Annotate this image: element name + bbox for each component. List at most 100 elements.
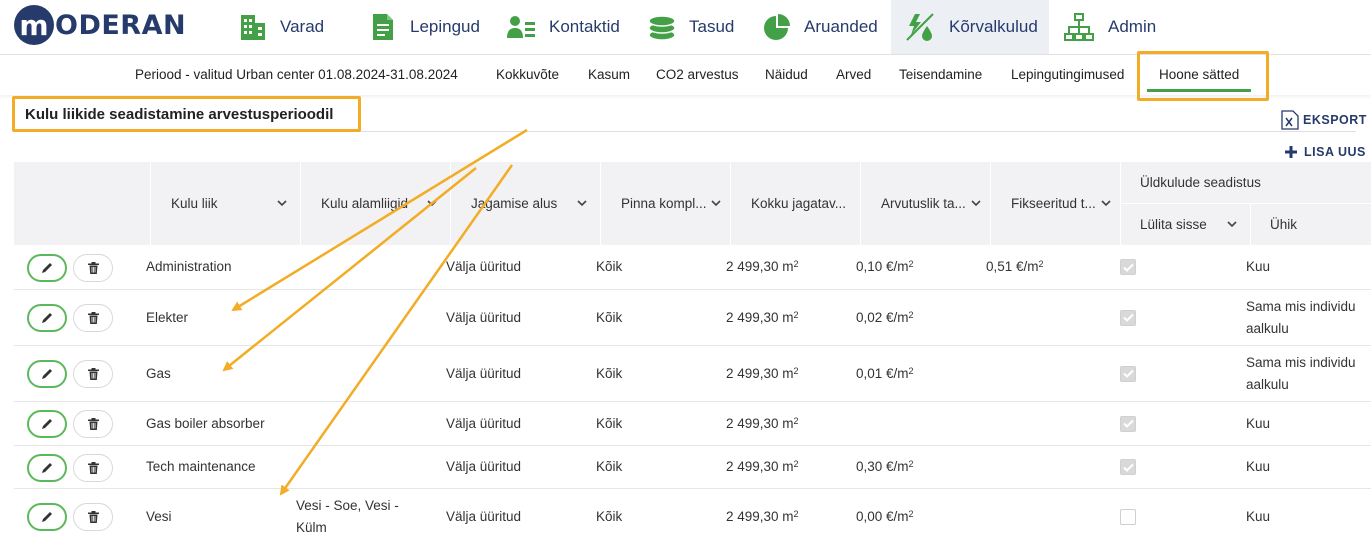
check-icon [1122,313,1134,322]
cell-kokku-jagatav: 2 499,30 m2 [726,290,851,345]
cell-pinna-komplekt-text: Kõik [596,415,623,431]
cell-lulita-sisse [1120,446,1160,488]
cell-pinna-komplekt: Kõik [596,402,716,445]
cell-fikseeritud-tariif: 0,51 €/m 2 [986,245,1111,289]
cell-jagamise-alus: Välja üüritud [446,346,576,401]
enable-checkbox[interactable] [1120,508,1136,525]
edit-button[interactable] [27,360,67,388]
nav-item-korvalkulud[interactable]: Kõrvalkulud [891,0,1049,54]
tab-kasum[interactable]: Kasum [588,55,630,95]
enable-checkbox[interactable] [1120,415,1136,432]
column-label: Lülita sisse [1140,217,1207,232]
column-header-kokku-jagatav[interactable]: Kokku jagatav... [730,162,860,245]
actions-column-header [14,162,150,245]
cell-uhik-text: Kuu [1246,459,1271,474]
tab-co2-arvestus[interactable]: CO2 arvestus [656,55,739,95]
cell-arvutuslik-tariif: 0,01 €/m 2 [856,346,981,401]
enable-checkbox[interactable] [1120,259,1136,275]
cell-uhik: Kuu [1246,245,1357,289]
delete-button[interactable] [73,410,113,438]
tab-teisendamine[interactable]: Teisendamine [899,55,982,95]
tab-kokkuvote[interactable]: Kokkuvõte [496,55,559,95]
column-header-arvutuslik-tariif[interactable]: Arvutuslik ta... [860,162,990,245]
edit-button[interactable] [27,410,67,438]
column-header-kulu-alamliigid[interactable]: Kulu alamliigid [300,162,450,245]
column-header-uhik[interactable]: Ühik [1250,204,1371,245]
column-header-fikseeritud-tariif[interactable]: Fikseeritud t... [990,162,1120,245]
cell-uhik-text: Sama mis individuaalkulu [1246,298,1356,336]
cell-kulu-liik: Vesi [146,489,291,541]
nav-item-kontaktid[interactable]: Kontaktid [506,0,634,54]
delete-button[interactable] [73,360,113,388]
unit-superscript: 2 [793,508,799,519]
tab-hoone-satted[interactable]: Hoone sätted [1146,55,1252,95]
cell-jagamise-alus-text: Välja üüritud [446,309,522,325]
delete-button[interactable] [73,304,113,332]
nav-item-admin[interactable]: Admin [1064,0,1174,54]
enable-checkbox[interactable] [1120,309,1136,326]
table-row: Vesi Vesi - Soe, Vesi - Külm Välja üüritud… [14,489,1371,541]
period-selector[interactable]: Periood - valitud Urban center 01.08.202… [135,55,458,95]
cell-uhik-text: Sama mis individuaalkulu [1246,354,1356,392]
cell-pinna-komplekt: Kõik [596,346,716,401]
cell-kulu-alamliigid [296,290,416,345]
enable-checkbox[interactable] [1120,459,1136,475]
building-icon [241,15,265,40]
column-header-pinna-komplekt[interactable]: Pinna kompl... [600,162,730,245]
cell-kokku-jagatav-text: 2 499,30 m [726,459,794,474]
cell-jagamise-alus-text: Välja üüritud [446,259,522,274]
cell-pinna-komplekt: Kõik [596,245,716,289]
nav-item-varad[interactable]: Varad [238,0,348,54]
pie-chart-icon [764,14,790,40]
pencil-icon [42,263,52,273]
delete-button[interactable] [73,454,113,482]
delete-button[interactable] [73,254,113,282]
unit-superscript: 2 [908,459,914,469]
cell-jagamise-alus: Välja üüritud [446,245,576,289]
export-button[interactable]: EKSPORT [1281,110,1367,130]
top-navigation: m ODERAN Varad Lepingud Kontaktid Tasud … [0,0,1371,55]
unit-superscript: 2 [793,365,799,376]
add-new-button[interactable]: LISA UUS [1284,145,1366,159]
logo-mark: m [14,5,54,45]
edit-button[interactable] [27,254,67,282]
table-row: Elekter Välja üüritud Kõik 2 499,30 m 2 0,02 … [14,290,1371,346]
cell-arvutuslik-tariif: 0,02 €/m 2 [856,290,981,345]
cell-kokku-jagatav: 2 499,30 m2 [726,489,851,541]
table-header: Kulu liik Kulu alamliigid Jagamise alus … [14,162,1371,245]
nav-item-aruanded[interactable]: Aruanded [762,0,890,54]
moderan-logo[interactable]: m ODERAN [14,5,186,45]
trash-icon [87,262,99,274]
edit-button[interactable] [27,454,67,482]
cell-arvutuslik-tariif [856,402,981,445]
chevron-down-icon [277,200,287,207]
cell-kulu-liik-text: Tech maintenance [146,459,256,474]
export-label: EKSPORT [1303,113,1367,127]
column-label: Kulu liik [171,196,218,211]
cell-pinna-komplekt: Kõik [596,446,716,488]
check-icon [1122,263,1134,272]
cell-jagamise-alus: Välja üüritud [446,446,576,488]
column-header-jagamise-alus[interactable]: Jagamise alus [450,162,600,245]
cell-lulita-sisse [1120,346,1160,401]
tab-naidud[interactable]: Näidud [765,55,808,95]
edit-button[interactable] [27,503,67,531]
tab-lepingutingimused[interactable]: Lepingutingimused [1011,55,1124,95]
edit-button[interactable] [27,304,67,332]
enable-checkbox[interactable] [1120,365,1136,382]
unit-superscript: 2 [793,459,799,469]
cell-fikseeritud-tariif-text: 0,51 €/m [986,259,1039,274]
tab-arved[interactable]: Arved [836,55,871,95]
column-header-kulu-liik[interactable]: Kulu liik [150,162,300,245]
nav-item-tasud[interactable]: Tasud [647,0,747,54]
cell-uhik: Kuu [1246,489,1357,541]
nav-label: Tasud [689,17,735,36]
column-header-lulita-sisse[interactable]: Lülita sisse [1120,204,1250,245]
check-icon [1122,369,1134,378]
delete-button[interactable] [73,503,113,531]
chevron-down-icon [1101,200,1111,207]
table-row: Gas Välja üüritud Kõik 2 499,30 m 2 0,01 €/m 2… [14,346,1371,402]
nav-item-lepingud[interactable]: Lepingud [368,0,488,54]
unit-superscript: 2 [908,309,914,320]
unit-superscript: 2 [793,259,799,269]
